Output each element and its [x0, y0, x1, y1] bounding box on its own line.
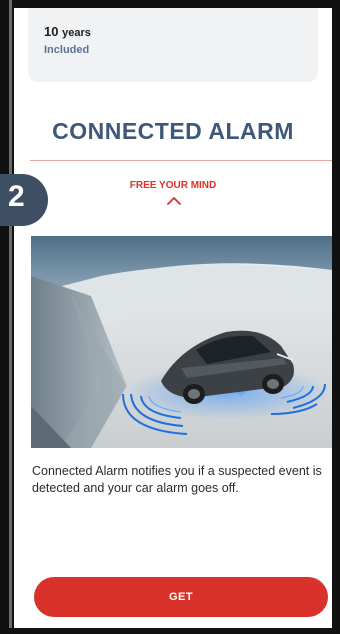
device-frame-top [0, 0, 340, 8]
device-frame-right [332, 0, 340, 634]
device-frame-left [0, 0, 14, 634]
section-title: CONNECTED ALARM [52, 118, 294, 144]
plan-info-card: 10 years Included [28, 8, 318, 82]
section-tagline: FREE YOUR MIND [129, 180, 217, 191]
app-screen[interactable]: 10 years Included CONNECTED ALARM FREE Y… [14, 8, 332, 628]
plan-status: Included [44, 44, 90, 56]
step-number: 2 [8, 180, 25, 213]
get-button[interactable]: GET [34, 577, 328, 617]
section-divider [30, 160, 332, 161]
feature-description: Connected Alarm notifies you if a suspec… [32, 464, 322, 495]
connected-alarm-illustration [31, 236, 332, 448]
plan-duration: 10 years [44, 24, 91, 39]
chevron-up-icon[interactable] [166, 196, 182, 206]
device-frame-bottom [0, 628, 340, 634]
